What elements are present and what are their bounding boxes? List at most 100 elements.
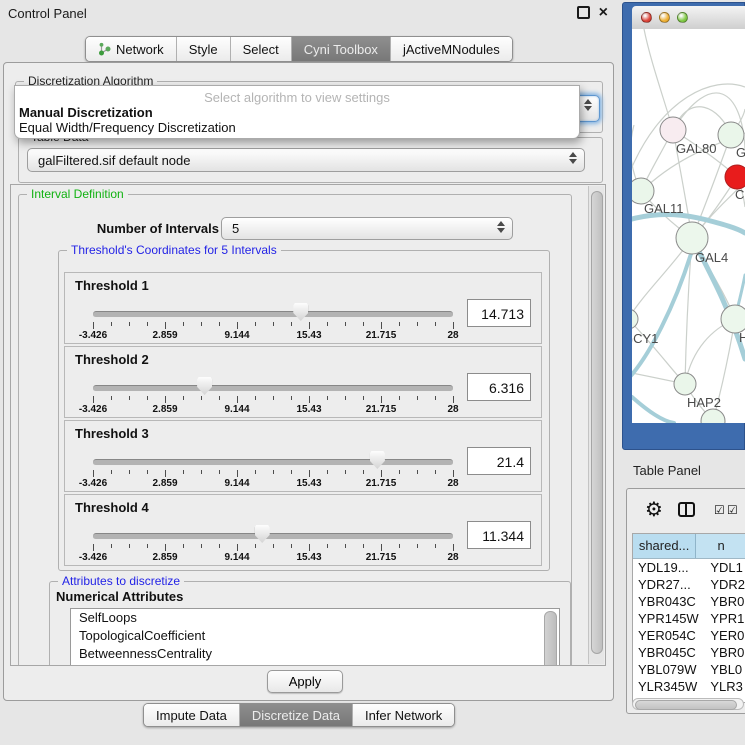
combo-arrows-icon	[569, 152, 577, 164]
interval-definition-title: Interval Definition	[27, 187, 128, 201]
close-icon[interactable]: ×	[599, 6, 608, 19]
network-nodes[interactable]: GAL80GACGAL11GAL4GCY1HAHAP2	[632, 117, 745, 423]
tick-mark	[291, 322, 292, 326]
tick-mark	[183, 544, 184, 548]
float-window-icon[interactable]	[577, 6, 590, 19]
network-window-titlebar[interactable]	[632, 6, 745, 30]
dropdown-option-manual-discretization[interactable]: Manual Discretization	[19, 105, 153, 120]
cell-name: YER0	[707, 627, 745, 644]
gear-icon[interactable]: ⚙	[645, 497, 663, 521]
network-node-gal80[interactable]	[660, 117, 686, 143]
slider-ticks	[93, 322, 454, 331]
horizontal-scrollbar[interactable]	[632, 698, 744, 710]
tick-mark	[291, 544, 292, 548]
threshold-value-box[interactable]: 6.316	[467, 373, 531, 401]
table-row-ylr345w[interactable]: YLR345WYLR3	[633, 678, 745, 695]
tick-mark	[435, 396, 436, 400]
numerical-attributes-list[interactable]: SelfLoopsTopologicalCoefficientBetweenne…	[70, 608, 560, 666]
column-header-name[interactable]: n	[696, 534, 745, 558]
table-panel-toolbar: ⚙ ☑ ☑	[627, 495, 745, 527]
slider-thumb[interactable]	[370, 451, 385, 469]
tick-mark	[237, 322, 238, 329]
tick-mark	[327, 396, 328, 400]
tick-label-2-859: 2.859	[152, 330, 177, 341]
table-row-ybr043c[interactable]: YBR043CYBR0	[633, 593, 745, 610]
tab-label-select: Select	[243, 42, 279, 57]
threshold-value-box[interactable]: 21.4	[467, 447, 531, 475]
slider-ticks	[93, 396, 454, 405]
vertical-scrollbar-thumb[interactable]	[591, 191, 603, 654]
slider-thumb[interactable]	[197, 377, 212, 395]
tab-network[interactable]: Network	[86, 37, 177, 61]
tab-select[interactable]: Select	[231, 37, 292, 61]
column-header-shared-name[interactable]: shared...	[633, 534, 696, 558]
table-row-ydr27[interactable]: YDR27...YDR2	[633, 576, 745, 593]
threshold-panel-1: Threshold 1-3.4262.8599.14415.4321.71528…	[64, 272, 542, 344]
list-item-betweennesscentrality[interactable]: BetweennessCentrality	[71, 645, 559, 663]
slider-thumb[interactable]	[255, 525, 270, 543]
vertical-scrollbar[interactable]	[588, 186, 604, 664]
tick-mark	[309, 322, 310, 329]
dropdown-option-equal-width-frequency[interactable]: Equal Width/Frequency Discretization	[19, 120, 236, 135]
tick-mark	[111, 544, 112, 548]
settings-scroll-viewport: Interval Definition Number of Intervals …	[10, 184, 606, 666]
list-scrollbar-thumb[interactable]	[544, 611, 557, 666]
tick-mark	[453, 322, 454, 329]
network-node-hap2[interactable]	[674, 373, 696, 395]
table-row-ybr045c[interactable]: YBR045CYBR0	[633, 644, 745, 661]
tab-style[interactable]: Style	[177, 37, 231, 61]
mac-zoom-icon[interactable]	[677, 12, 688, 23]
tick-label-2-859: 2.859	[152, 552, 177, 563]
slider-track[interactable]	[93, 311, 453, 318]
network-canvas[interactable]: GAL80GACGAL11GAL4GCY1HAHAP2	[632, 29, 745, 423]
control-panel-titlebar: Control Panel ×	[0, 0, 618, 26]
tick-mark	[453, 396, 454, 403]
mac-close-icon[interactable]	[641, 12, 652, 23]
checkbox-icon[interactable]: ☑	[727, 503, 738, 517]
cell-name: YBL0	[707, 661, 745, 678]
slider-track[interactable]	[93, 533, 453, 540]
network-node-ha[interactable]	[721, 305, 745, 333]
node-label-gal11: GAL11	[644, 201, 684, 216]
slider-thumb[interactable]	[293, 303, 308, 321]
bottom-tab-label-infer-network: Infer Network	[365, 708, 442, 723]
split-columns-icon[interactable]	[678, 502, 695, 517]
bottom-tab-impute-data[interactable]: Impute Data	[144, 704, 240, 726]
number-of-intervals-combobox[interactable]: 5	[221, 217, 513, 240]
tick-mark	[381, 470, 382, 477]
bottom-tab-infer-network[interactable]: Infer Network	[353, 704, 454, 726]
numerical-attributes-label: Numerical Attributes	[56, 589, 183, 604]
combo-arrows-icon	[497, 221, 505, 233]
apply-button[interactable]: Apply	[267, 670, 343, 693]
table-panel-title: Table Panel	[633, 463, 701, 478]
network-node-c[interactable]	[725, 165, 745, 189]
tab-cyni-toolbox[interactable]: Cyni Toolbox	[292, 37, 391, 61]
table-row-ybl079w[interactable]: YBL079WYBL0	[633, 661, 745, 678]
table-row-yer054c[interactable]: YER054CYER0	[633, 627, 745, 644]
tick-label-21-715: 21.715	[366, 404, 397, 415]
table-data-combobox[interactable]: galFiltered.sif default node	[27, 148, 585, 172]
mac-minimize-icon[interactable]	[659, 12, 670, 23]
threshold-value-box[interactable]: 14.713	[467, 299, 531, 327]
node-attribute-table[interactable]: shared... n YDL19...YDL1YDR27...YDR2YBR0…	[632, 533, 745, 703]
table-row-ydl19[interactable]: YDL19...YDL1	[633, 559, 745, 576]
bottom-tab-label-discretize-data: Discretize Data	[252, 708, 340, 723]
table-row-ypr145w[interactable]: YPR145WYPR1	[633, 610, 745, 627]
tick-mark	[363, 470, 364, 474]
horizontal-scrollbar-thumb[interactable]	[635, 700, 737, 710]
bottom-tab-discretize-data[interactable]: Discretize Data	[240, 704, 353, 726]
network-node-gcy1[interactable]	[632, 309, 638, 329]
tick-mark	[417, 544, 418, 548]
list-item-selfloops[interactable]: SelfLoops	[71, 609, 559, 627]
threshold-label-1: Threshold 1	[75, 278, 149, 293]
tick-mark	[129, 470, 130, 474]
checkbox-icon[interactable]: ☑	[714, 503, 725, 517]
slider-ticks	[93, 470, 454, 479]
slider-track[interactable]	[93, 459, 453, 466]
threshold-panel-2: Threshold 2-3.4262.8599.14415.4321.71528…	[64, 346, 542, 418]
threshold-value-box[interactable]: 11.344	[467, 521, 531, 549]
tick-mark	[327, 322, 328, 326]
tab-jactivemnodules[interactable]: jActiveMNodules	[391, 37, 512, 61]
slider-track[interactable]	[93, 385, 453, 392]
list-item-topologicalcoefficient[interactable]: TopologicalCoefficient	[71, 627, 559, 645]
